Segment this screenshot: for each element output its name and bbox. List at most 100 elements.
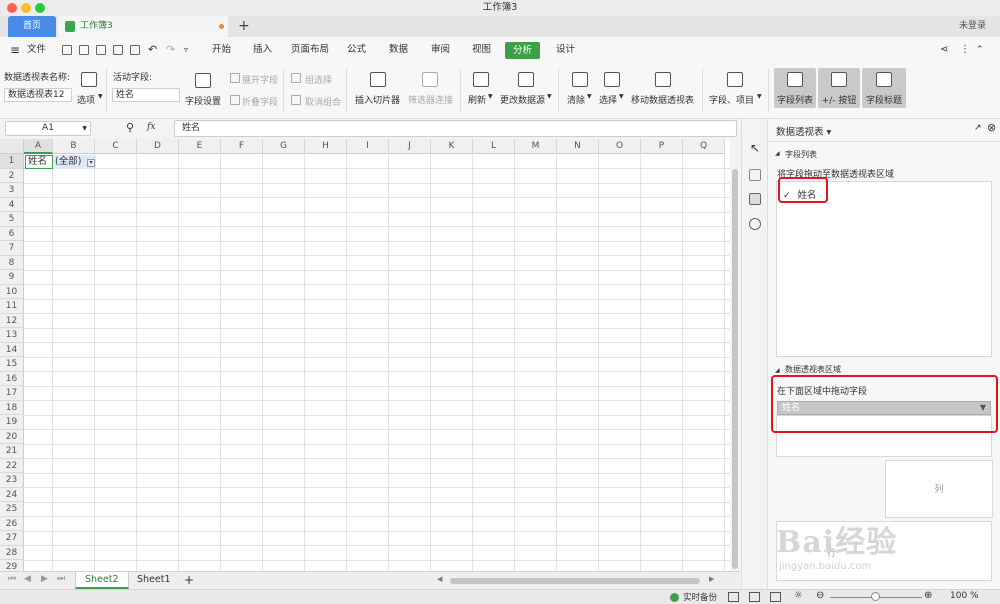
row-header-25[interactable]: 25 bbox=[0, 502, 24, 517]
panel-title[interactable]: 数据透视表 ▾ bbox=[776, 124, 831, 138]
scroll-left-icon[interactable]: ◀ bbox=[437, 575, 442, 583]
field-list-toggle[interactable]: 字段列表 bbox=[774, 68, 816, 108]
slicer-icon[interactable] bbox=[370, 72, 386, 87]
filter-dropdown-icon[interactable]: ▾ bbox=[87, 159, 95, 167]
zoom-lookup-icon[interactable]: ⚲ bbox=[126, 121, 134, 134]
change-source-icon[interactable] bbox=[518, 72, 534, 87]
options-button[interactable]: 选项 bbox=[77, 93, 95, 106]
group-selection-button[interactable]: 组选择 bbox=[305, 73, 332, 86]
column-header-c[interactable]: C bbox=[95, 139, 137, 154]
print-icon[interactable] bbox=[113, 45, 123, 55]
column-header-h[interactable]: H bbox=[305, 139, 347, 154]
clear-icon[interactable] bbox=[572, 72, 588, 87]
column-header-k[interactable]: K bbox=[431, 139, 473, 154]
refresh-button[interactable]: 刷新 bbox=[468, 93, 486, 106]
change-source-button[interactable]: 更改数据源 bbox=[500, 93, 545, 106]
column-header-a[interactable]: A bbox=[24, 139, 53, 154]
row-header-27[interactable]: 27 bbox=[0, 531, 24, 546]
page-layout-view-icon[interactable] bbox=[749, 592, 760, 602]
select-button[interactable]: 选择 bbox=[599, 93, 617, 106]
menu-page-layout[interactable]: 页面布局 bbox=[291, 37, 329, 63]
zoom-in-icon[interactable]: ⊕ bbox=[924, 590, 932, 601]
columns-area-box[interactable]: 列 bbox=[885, 460, 993, 518]
row-header-1[interactable]: 1 bbox=[0, 154, 24, 169]
menu-view[interactable]: 视图 bbox=[472, 37, 491, 63]
collapse-field-icon[interactable] bbox=[230, 95, 240, 105]
minimize-window-button[interactable] bbox=[21, 3, 31, 13]
change-source-dropdown-icon[interactable]: ▼ bbox=[547, 93, 552, 100]
normal-view-icon[interactable] bbox=[728, 592, 739, 602]
clear-dropdown-icon[interactable]: ▼ bbox=[587, 93, 592, 100]
open-icon[interactable] bbox=[62, 45, 72, 55]
collapse-field-button[interactable]: 折叠字段 bbox=[242, 95, 278, 108]
filter-connections-button[interactable]: 筛选器连接 bbox=[408, 93, 453, 106]
name-box[interactable]: A1 ▼ bbox=[5, 121, 91, 136]
close-icon[interactable]: ⊗ bbox=[987, 121, 996, 134]
row-header-2[interactable]: 2 bbox=[0, 168, 24, 183]
row-header-28[interactable]: 28 bbox=[0, 545, 24, 560]
name-box-dropdown-icon[interactable]: ▼ bbox=[82, 122, 87, 135]
sheet-tab-sheet2[interactable]: Sheet2 bbox=[75, 572, 129, 589]
row-header-13[interactable]: 13 bbox=[0, 328, 24, 343]
row-header-21[interactable]: 21 bbox=[0, 444, 24, 459]
new-tab-button[interactable]: + bbox=[238, 16, 250, 37]
field-settings-button[interactable]: 字段设置 bbox=[185, 94, 221, 107]
formula-input[interactable]: 姓名 bbox=[174, 120, 737, 137]
select-dropdown-icon[interactable]: ▼ bbox=[619, 93, 624, 100]
row-header-23[interactable]: 23 bbox=[0, 473, 24, 488]
vertical-scrollbar[interactable] bbox=[730, 139, 740, 571]
row-header-7[interactable]: 7 bbox=[0, 241, 24, 256]
row-header-10[interactable]: 10 bbox=[0, 284, 24, 299]
settings-sliders-icon[interactable] bbox=[749, 169, 761, 181]
field-settings-icon[interactable] bbox=[195, 73, 211, 88]
column-header-n[interactable]: N bbox=[557, 139, 599, 154]
row-header-17[interactable]: 17 bbox=[0, 386, 24, 401]
pivot-name-input[interactable]: 数据透视表12 bbox=[4, 88, 72, 102]
row-header-5[interactable]: 5 bbox=[0, 212, 24, 227]
zoom-out-icon[interactable]: ⊖ bbox=[816, 590, 824, 601]
fields-items-icon[interactable] bbox=[727, 72, 743, 87]
ungroup-button[interactable]: 取消组合 bbox=[305, 95, 341, 108]
first-sheet-icon[interactable]: ⏮ bbox=[8, 574, 16, 584]
menu-formula[interactable]: 公式 bbox=[347, 37, 366, 63]
redo-icon[interactable]: ↷ bbox=[166, 37, 175, 63]
pin-icon[interactable]: ↗ bbox=[974, 123, 982, 133]
options-dropdown-icon[interactable]: ▼ bbox=[98, 93, 103, 100]
maximize-window-button[interactable] bbox=[35, 3, 45, 13]
fx-icon[interactable]: fx bbox=[147, 122, 155, 132]
page-break-view-icon[interactable] bbox=[770, 592, 781, 602]
select-icon[interactable] bbox=[604, 72, 620, 87]
active-field-input[interactable]: 姓名 bbox=[112, 88, 180, 102]
zoom-slider-handle[interactable] bbox=[871, 592, 880, 601]
row-header-22[interactable]: 22 bbox=[0, 458, 24, 473]
hamburger-icon[interactable]: ≡ bbox=[10, 37, 20, 63]
row-header-4[interactable]: 4 bbox=[0, 197, 24, 212]
column-header-g[interactable]: G bbox=[263, 139, 305, 154]
row-header-26[interactable]: 26 bbox=[0, 516, 24, 531]
collapse-ribbon-icon[interactable]: ⌃ bbox=[976, 37, 984, 63]
cell-A1[interactable]: 姓名 bbox=[25, 155, 53, 169]
row-header-11[interactable]: 11 bbox=[0, 299, 24, 314]
horizontal-scrollbar[interactable] bbox=[450, 578, 700, 584]
column-header-m[interactable]: M bbox=[515, 139, 557, 154]
history-icon[interactable] bbox=[749, 218, 761, 230]
menu-insert[interactable]: 插入 bbox=[253, 37, 272, 63]
row-header-29[interactable]: 29 bbox=[0, 560, 24, 571]
column-header-p[interactable]: P bbox=[641, 139, 683, 154]
row-header-14[interactable]: 14 bbox=[0, 342, 24, 357]
add-sheet-button[interactable]: + bbox=[184, 573, 194, 587]
last-sheet-icon[interactable]: ⏭ bbox=[57, 574, 65, 584]
options-icon[interactable] bbox=[81, 72, 97, 87]
row-header-15[interactable]: 15 bbox=[0, 357, 24, 372]
column-header-f[interactable]: F bbox=[221, 139, 263, 154]
row-header-8[interactable]: 8 bbox=[0, 255, 24, 270]
more-icon[interactable]: ⋮ bbox=[960, 37, 970, 63]
column-header-i[interactable]: I bbox=[347, 139, 389, 154]
filter-connections-icon[interactable] bbox=[422, 72, 438, 87]
expand-field-icon[interactable] bbox=[230, 73, 240, 83]
collapse-triangle-icon[interactable]: ◢ bbox=[775, 367, 780, 374]
fields-items-dropdown-icon[interactable]: ▼ bbox=[757, 93, 762, 100]
fields-items-button[interactable]: 字段、项目 bbox=[709, 93, 754, 106]
close-window-button[interactable] bbox=[7, 3, 17, 13]
undo-icon[interactable]: ↶ bbox=[148, 37, 157, 63]
